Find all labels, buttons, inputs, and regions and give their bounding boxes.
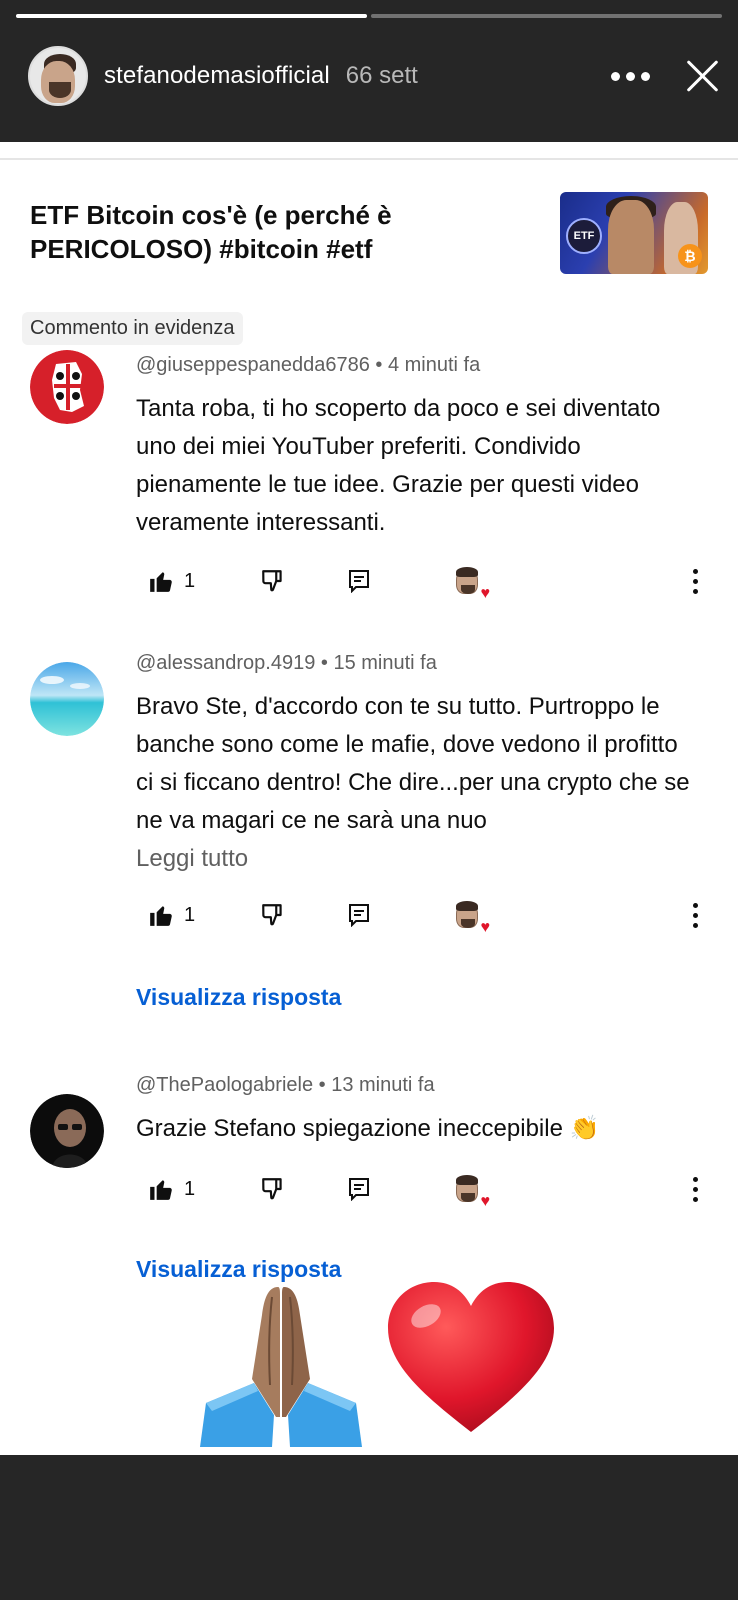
comment-icon [349,1178,369,1201]
video-title[interactable]: ETF Bitcoin cos'è (e perché è PERICOLOSO… [30,198,500,266]
vertical-dots-icon[interactable] [693,566,698,596]
dislike-button[interactable] [260,1174,286,1204]
comment-time: 4 minuti fa [387,354,481,376]
comment-time: 13 minuti fa [331,1074,435,1096]
thumbs-up-icon [150,572,172,592]
comment-text: Grazie Stefano spiegazione ineccepibile … [136,1115,600,1142]
vertical-dots-icon[interactable] [693,900,698,930]
more-options-icon[interactable] [611,71,650,81]
creator-heart-icon: ♥ [456,1174,490,1210]
like-button[interactable]: 1 [148,566,195,596]
like-count: 1 [184,903,196,926]
comment-actions: 1 ♥ [148,566,698,602]
etf-badge: ETF [566,218,602,254]
like-button[interactable]: 1 [148,900,195,930]
creator-heart-icon: ♥ [456,566,490,602]
story-progress-segment-1 [16,14,367,18]
comment-meta: @ThePaologabriele • 13 minuti fa [136,1074,435,1097]
like-button[interactable]: 1 [148,1174,195,1204]
comment-author[interactable]: @giuseppespanedda6786 [136,354,370,376]
comment-icon [349,904,369,927]
close-icon[interactable] [684,58,720,94]
comment-time: 15 minuti fa [333,652,437,674]
shared-comments-card: ETF Bitcoin cos'è (e perché è PERICOLOSO… [0,142,738,1455]
reply-button[interactable] [348,566,370,596]
thumbs-down-icon [262,570,282,592]
dislike-button[interactable] [260,900,286,930]
comment-meta: @giuseppespanedda6786 • 4 minuti fa [136,354,480,377]
comment-actions: 1 ♥ [148,900,698,936]
comment-body: Bravo Ste, d'accordo con te su tutto. Pu… [136,693,690,834]
thumbs-down-icon [262,904,282,926]
story-username[interactable]: stefanodemasiofficial [104,62,330,90]
thumbs-up-icon [150,906,172,926]
video-thumbnail[interactable]: ETF ₿ [560,192,708,274]
meta-separator: • [369,354,388,376]
comment-author[interactable]: @ThePaologabriele [136,1074,313,1096]
avatar[interactable] [30,662,104,736]
red-heart-sticker[interactable] [382,1278,560,1438]
story-avatar[interactable] [28,46,88,106]
dislike-button[interactable] [260,566,286,596]
creator-heart-icon: ♥ [456,900,490,936]
thumbs-up-icon [150,1180,172,1200]
reply-button[interactable] [348,1174,370,1204]
pinned-comment-badge: Commento in evidenza [22,312,243,345]
meta-separator: • [313,1074,332,1096]
story-header: stefanodemasiofficial 66 sett [28,40,720,112]
avatar[interactable] [30,350,104,424]
comment-meta: @alessandrop.4919 • 15 minuti fa [136,652,437,675]
meta-separator: • [315,652,334,674]
thumbs-down-icon [262,1178,282,1200]
view-replies-link[interactable]: Visualizza risposta [136,984,341,1011]
comment-author[interactable]: @alessandrop.4919 [136,652,315,674]
comment-actions: 1 ♥ [148,1174,698,1210]
reply-button[interactable] [348,900,370,930]
comment-text: Tanta roba, ti ho scoperto da poco e sei… [136,395,661,536]
comment-text: Bravo Ste, d'accordo con te su tutto. Pu… [136,688,696,878]
avatar[interactable] [30,1094,104,1168]
like-count: 1 [184,1177,196,1200]
story-progress-segment-2 [371,14,722,18]
bitcoin-icon: ₿ [678,244,702,268]
like-count: 1 [184,569,196,592]
vertical-dots-icon[interactable] [693,1174,698,1204]
divider [0,158,738,160]
story-footer [0,1455,738,1600]
story-progress [16,14,722,18]
read-more-link[interactable]: Leggi tutto [136,840,696,878]
folded-hands-sticker[interactable] [192,1275,370,1453]
story-time: 66 sett [345,62,418,89]
comment-icon [349,570,369,593]
